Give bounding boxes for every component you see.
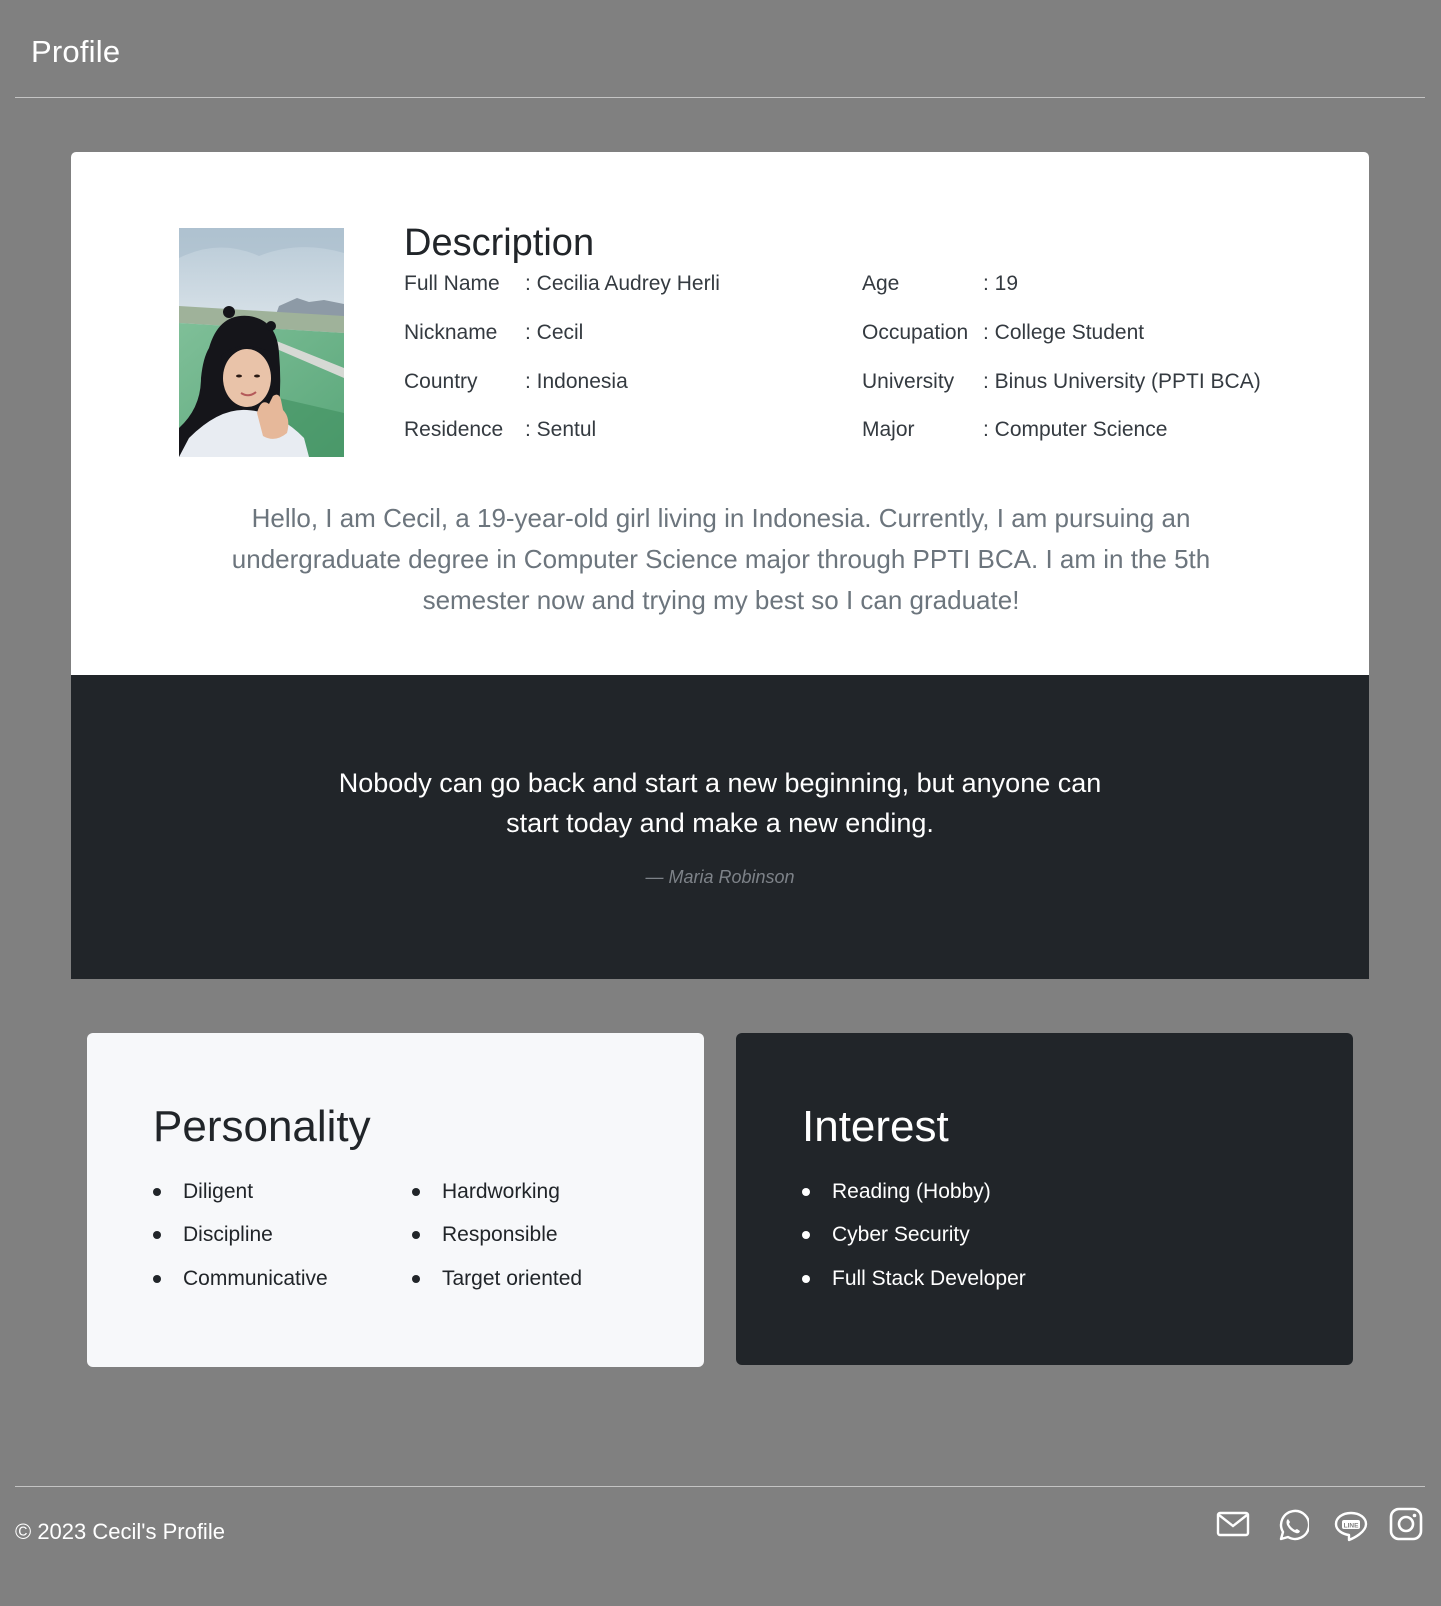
info-label: Major <box>862 418 915 442</box>
description-card: Description Full Name : Cecilia Audrey H… <box>71 152 1369 675</box>
info-label: University <box>862 369 955 393</box>
personality-card: Personality Diligent Discipline Communic… <box>87 1033 704 1367</box>
list-item-label: Hardworking <box>442 1179 560 1203</box>
info-label: Full Name <box>404 272 500 296</box>
list-item: Full Stack Developer <box>802 1257 1026 1301</box>
info-column-left: Full Name : Cecilia Audrey Herli Nicknam… <box>404 260 720 455</box>
bullet-icon <box>153 1274 161 1283</box>
info-row-university: University : Binus University (PPTI BCA) <box>862 357 1261 406</box>
list-item: Responsible <box>412 1214 582 1258</box>
svg-text:LINE: LINE <box>1344 1523 1359 1530</box>
bio-paragraph: Hello, I am Cecil, a 19-year-old girl li… <box>231 503 1211 615</box>
info-value: : Sentul <box>525 418 597 442</box>
bullet-icon <box>412 1274 420 1283</box>
bullet-icon <box>802 1274 810 1283</box>
info-value: : 19 <box>983 272 1019 296</box>
bullet-icon <box>412 1231 420 1240</box>
list-item: Discipline <box>153 1214 328 1258</box>
info-row-nickname: Nickname : Cecil <box>404 309 720 358</box>
info-column-right: Age : 19 Occupation : College Student Un… <box>862 260 1261 455</box>
info-label: Nickname <box>404 321 498 345</box>
list-item: Cyber Security <box>802 1214 1026 1258</box>
quote-text: Nobody can go back and start a new begin… <box>338 768 1102 838</box>
profile-photo <box>179 228 344 457</box>
top-navbar: Profile <box>15 0 1425 98</box>
list-item-label: Diligent <box>183 1179 254 1203</box>
info-row-occupation: Occupation : College Student <box>862 309 1261 358</box>
info-value: : College Student <box>983 321 1145 345</box>
footer: © 2023 Cecil's Profile LINE <box>15 1486 1425 1577</box>
bullet-icon <box>153 1231 161 1240</box>
interest-card: Interest Reading (Hobby) Cyber Security … <box>736 1033 1353 1365</box>
info-row-country: Country : Indonesia <box>404 357 720 406</box>
footer-copyright: © 2023 Cecil's Profile <box>15 1519 225 1544</box>
quote-block: Nobody can go back and start a new begin… <box>71 675 1369 979</box>
bullet-icon <box>802 1231 810 1240</box>
info-label: Residence <box>404 418 504 442</box>
info-row-residence: Residence : Sentul <box>404 406 720 455</box>
info-row-full-name: Full Name : Cecilia Audrey Herli <box>404 260 720 309</box>
instagram-icon[interactable] <box>1389 1507 1423 1546</box>
list-item-label: Cyber Security <box>832 1223 970 1247</box>
list-item-label: Discipline <box>183 1223 273 1247</box>
info-value: : Cecil <box>525 321 584 345</box>
navbar-brand-profile[interactable]: Profile <box>31 32 120 72</box>
info-label: Age <box>862 272 900 296</box>
info-value: : Binus University (PPTI BCA) <box>983 369 1261 393</box>
bullet-icon <box>412 1187 420 1196</box>
line-icon[interactable]: LINE <box>1334 1509 1368 1548</box>
list-item: Target oriented <box>412 1257 582 1301</box>
info-value: : Indonesia <box>525 369 628 393</box>
personality-heading: Personality <box>153 1102 371 1151</box>
info-label: Occupation <box>862 321 969 345</box>
list-item-label: Communicative <box>183 1266 328 1290</box>
info-row-age: Age : 19 <box>862 260 1261 309</box>
list-item-label: Target oriented <box>442 1266 583 1290</box>
bullet-icon <box>153 1187 161 1196</box>
mail-icon[interactable] <box>1216 1509 1250 1544</box>
info-label: Country <box>404 369 478 393</box>
list-item-label: Responsible <box>442 1223 558 1247</box>
bullet-icon <box>802 1187 810 1196</box>
list-item-label: Full Stack Developer <box>832 1266 1026 1290</box>
list-item: Reading (Hobby) <box>802 1170 1026 1214</box>
list-item-label: Reading (Hobby) <box>832 1179 991 1203</box>
personality-list-left: Diligent Discipline Communicative <box>153 1170 328 1301</box>
list-item: Diligent <box>153 1170 328 1214</box>
whatsapp-icon[interactable] <box>1275 1509 1311 1548</box>
info-value: : Computer Science <box>983 418 1168 442</box>
quote-author: — Maria Robinson <box>645 867 795 887</box>
list-item: Communicative <box>153 1257 328 1301</box>
interest-list: Reading (Hobby) Cyber Security Full Stac… <box>802 1170 1026 1301</box>
list-item: Hardworking <box>412 1170 582 1214</box>
interest-heading: Interest <box>802 1102 949 1151</box>
info-row-major: Major : Computer Science <box>862 406 1261 455</box>
info-value: : Cecilia Audrey Herli <box>525 272 720 296</box>
personality-list-right: Hardworking Responsible Target oriented <box>412 1170 582 1301</box>
